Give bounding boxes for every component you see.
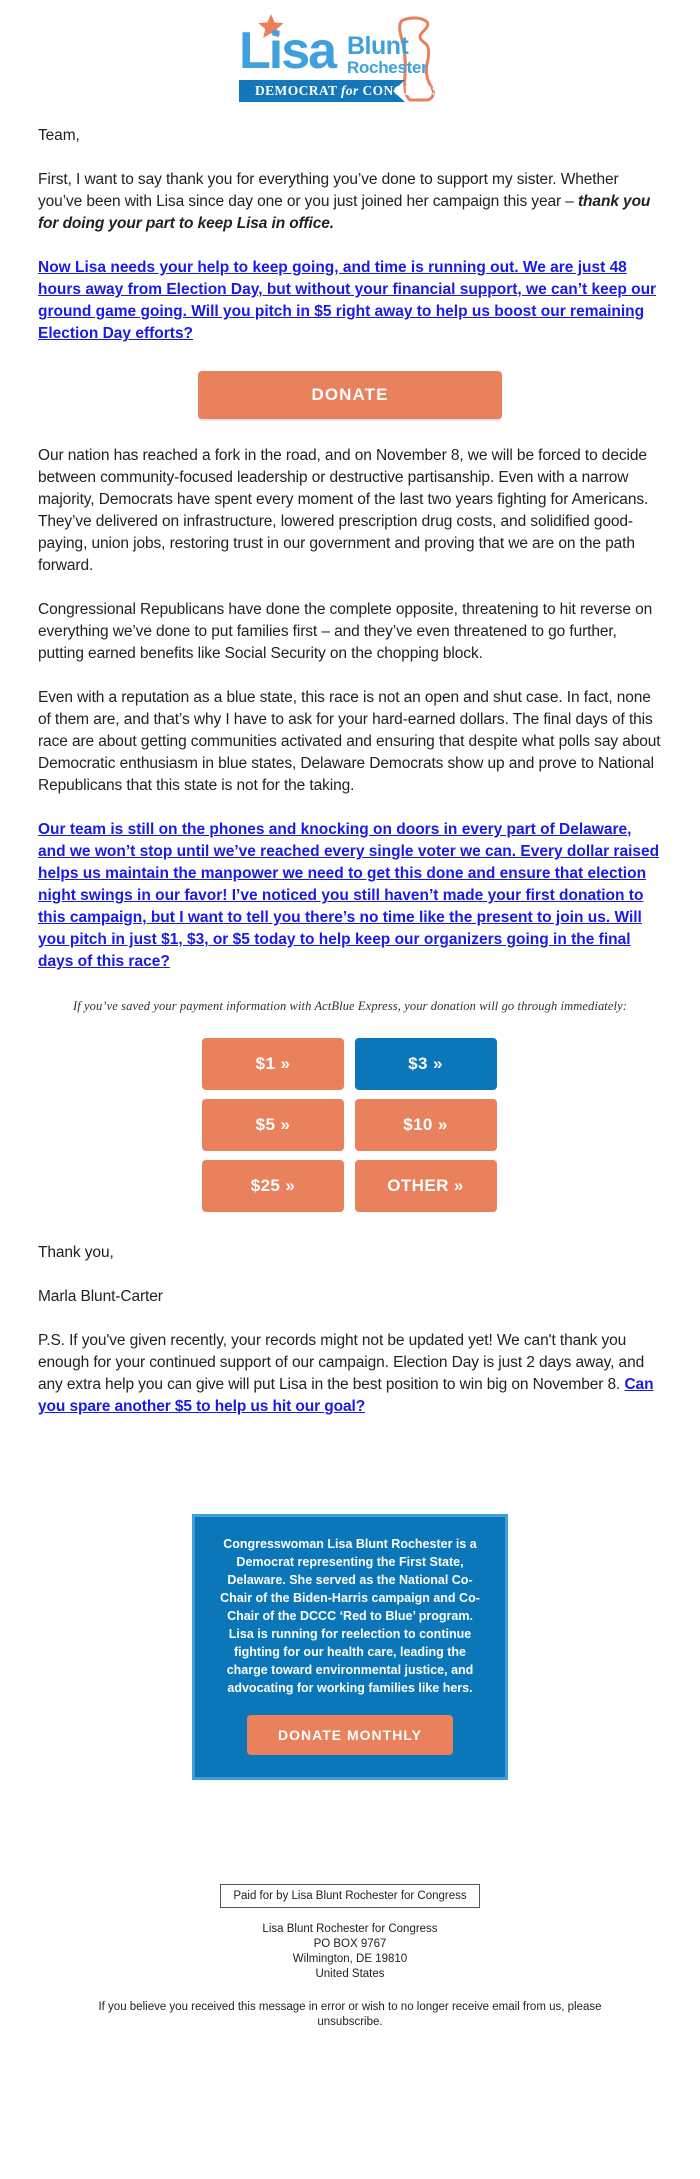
email-header: Lisa Blunt Rochester DEMOCRAT for CONGRE…	[0, 0, 700, 125]
bio-box: Congresswoman Lisa Blunt Rochester is a …	[192, 1514, 508, 1780]
campaign-logo-svg: Lisa Blunt Rochester DEMOCRAT for CONGRE…	[239, 14, 440, 102]
unsubscribe-disclaimer: If you believe you received this message…	[70, 2000, 630, 2030]
amount-row: $1 » $3 »	[201, 1037, 499, 1091]
donate-monthly-button[interactable]: DONATE MONTHLY	[247, 1715, 453, 1755]
amount-cell: $25 »	[201, 1159, 347, 1213]
disclaimer-text: If you believe you received this message…	[98, 2001, 602, 2013]
email-body: Lisa Blunt Rochester DEMOCRAT for CONGRE…	[0, 0, 700, 2054]
amount-cell: OTHER »	[354, 1159, 500, 1213]
postscript-paragraph: P.S. If you've given recently, your reco…	[38, 1330, 662, 1418]
email-footer: Paid for by Lisa Blunt Rochester for Con…	[0, 1884, 700, 2054]
amount-row: $5 » $10 »	[201, 1098, 499, 1152]
paid-for-disclaimer: Paid for by Lisa Blunt Rochester for Con…	[220, 1884, 480, 1908]
actblue-express-note: If you’ve saved your payment information…	[72, 999, 628, 1013]
amount-cell: $3 »	[354, 1037, 500, 1091]
campaign-logo[interactable]: Lisa Blunt Rochester DEMOCRAT for CONGRE…	[225, 8, 475, 106]
logo-last-name-line1: Blunt	[347, 32, 410, 60]
mailing-address: Lisa Blunt Rochester for Congress PO BOX…	[38, 1922, 662, 1982]
paragraph-2: Our nation has reached a fork in the roa…	[38, 447, 649, 574]
amount-cell: $5 »	[201, 1098, 347, 1152]
logo-first-name: Lisa	[239, 22, 338, 80]
donation-amount-grid: $1 » $3 » $5 » $10 » $25 » OTHER »	[194, 1030, 506, 1220]
logo-last-name-line2: Rochester	[347, 58, 428, 77]
disclaimer-suffix: .	[379, 2016, 383, 2028]
postscript-text: P.S. If you've given recently, your reco…	[38, 1332, 645, 1393]
address-line-2: PO BOX 9767	[313, 1938, 387, 1950]
paragraph-4: Even with a reputation as a blue state, …	[38, 689, 661, 794]
amount-button-1[interactable]: $1 »	[202, 1038, 344, 1090]
donate-button[interactable]: DONATE	[198, 371, 502, 419]
unsubscribe-link[interactable]: unsubscribe	[317, 2016, 379, 2028]
logo-ribbon-text: DEMOCRAT for CONGRESS	[255, 83, 440, 98]
paragraph-1: First, I want to say thank you for every…	[38, 169, 662, 235]
paragraph-3: Congressional Republicans have done the …	[38, 601, 653, 662]
amount-button-25[interactable]: $25 »	[202, 1160, 344, 1212]
address-line-3: Wilmington, DE 19810	[292, 1953, 408, 1965]
email-content: Team, First, I want to say thank you for…	[0, 125, 700, 1418]
closing-line: Thank you,	[38, 1244, 114, 1261]
bio-section: Congresswoman Lisa Blunt Rochester is a …	[0, 1514, 700, 1780]
signature-name: Marla Blunt-Carter	[38, 1288, 163, 1305]
bio-button-row: DONATE MONTHLY	[217, 1715, 483, 1755]
donate-link-top[interactable]: Now Lisa needs your help to keep going, …	[38, 259, 656, 342]
primary-ask-link-paragraph: Now Lisa needs your help to keep going, …	[38, 257, 662, 345]
donate-link-middle[interactable]: Our team is still on the phones and knoc…	[38, 821, 659, 970]
address-line-4: United States	[315, 1968, 385, 1980]
salutation: Team,	[38, 127, 80, 144]
amount-row: $25 » OTHER »	[201, 1159, 499, 1213]
donate-button-row: DONATE	[38, 371, 662, 419]
amount-button-other[interactable]: OTHER »	[354, 1160, 497, 1212]
amount-cell: $10 »	[354, 1098, 500, 1152]
amount-button-3[interactable]: $3 »	[354, 1038, 497, 1090]
address-line-1: Lisa Blunt Rochester for Congress	[262, 1923, 438, 1935]
bio-text: Congresswoman Lisa Blunt Rochester is a …	[220, 1537, 480, 1695]
amount-button-10[interactable]: $10 »	[354, 1099, 497, 1151]
secondary-ask-link-paragraph: Our team is still on the phones and knoc…	[38, 819, 662, 973]
amount-button-5[interactable]: $5 »	[202, 1099, 344, 1151]
amount-cell: $1 »	[201, 1037, 347, 1091]
paragraph-1-text: First, I want to say thank you for every…	[38, 171, 619, 210]
